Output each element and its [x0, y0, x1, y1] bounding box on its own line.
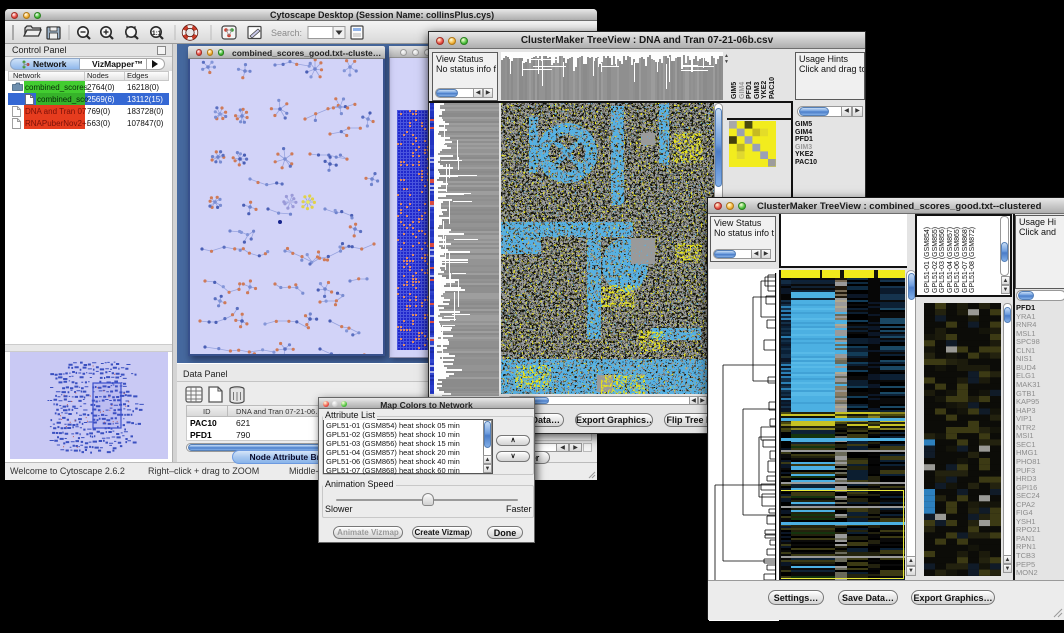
- svg-text:1:1: 1:1: [152, 30, 162, 37]
- svg-text:Search:: Search:: [271, 28, 302, 38]
